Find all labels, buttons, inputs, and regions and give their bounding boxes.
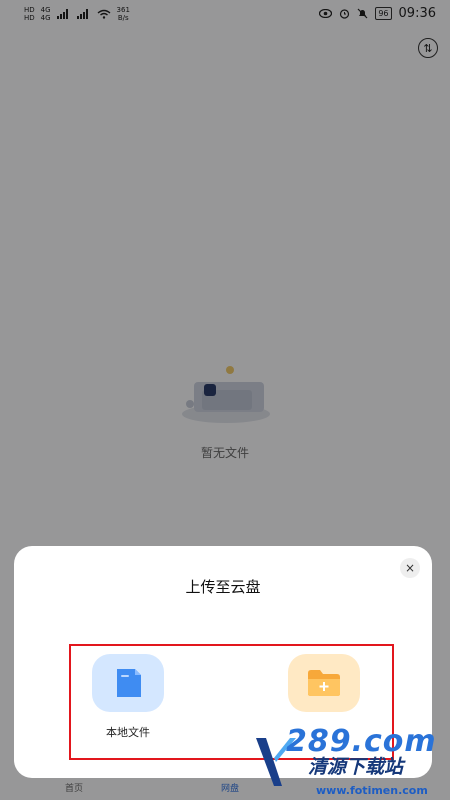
folder-add-icon (308, 670, 340, 696)
document-icon (117, 669, 141, 697)
site-watermark: 289.com 清源下载站 www.fotimen.com (256, 718, 446, 798)
new-folder-icon-tile (288, 654, 360, 712)
local-file-icon-tile (92, 654, 164, 712)
sheet-title: 上传至云盘 (185, 578, 261, 596)
close-button[interactable]: × (400, 558, 420, 578)
local-file-label: 本地文件 (106, 726, 150, 739)
watermark-url: www.fotimen.com (316, 784, 428, 797)
new-folder-option[interactable] (286, 654, 362, 712)
watermark-name: 清源下载站 (308, 756, 404, 778)
local-file-option[interactable]: 本地文件 (89, 654, 167, 740)
close-icon: × (404, 561, 416, 575)
